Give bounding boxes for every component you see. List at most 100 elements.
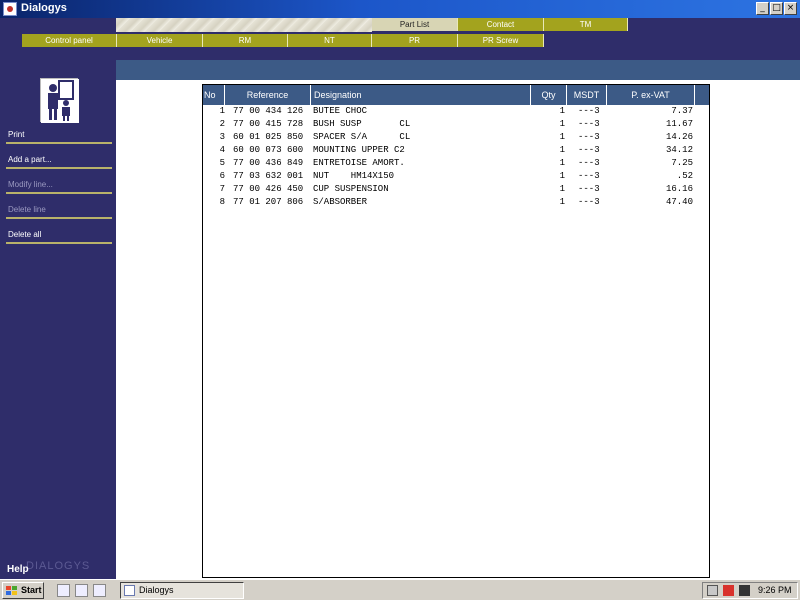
cell-price: 14.26 xyxy=(665,132,693,142)
windows-flag-icon xyxy=(6,586,18,596)
menu-delete-line[interactable]: Delete line xyxy=(6,195,112,219)
cell-price: 16.16 xyxy=(665,184,693,194)
cell-price: .52 xyxy=(676,171,693,181)
col-designation[interactable]: Designation xyxy=(311,85,531,105)
table-row[interactable]: 4 60 00 073 600 MOUNTING UPPER C2 1 ---3… xyxy=(203,144,709,157)
cell-price: 11.67 xyxy=(665,119,693,129)
app-window: Part List Contact TM Control panel Vehic… xyxy=(0,18,800,579)
cell-reference: 60 01 025 850 xyxy=(233,132,304,142)
table-row[interactable]: 5 77 00 436 849 ENTRETOISE AMORT. 1 ---3… xyxy=(203,157,709,170)
table-row[interactable]: 6 77 03 632 001 NUT HM14X150 1 ---3 .52 xyxy=(203,170,709,183)
col-msdt[interactable]: MSDT xyxy=(567,85,607,105)
cell-qty: 1 xyxy=(559,171,565,181)
volume-icon[interactable] xyxy=(707,585,718,596)
content-header-strip xyxy=(116,60,800,80)
taskbar: Start Dialogys 9:26 PM xyxy=(0,579,800,600)
family-icon xyxy=(40,78,79,123)
menu-delete-all[interactable]: Delete all xyxy=(6,220,112,244)
cell-msdt: ---3 xyxy=(578,171,600,181)
cell-designation: NUT HM14X150 xyxy=(313,171,395,181)
task-label: Dialogys xyxy=(139,585,174,595)
cell-reference: 77 00 436 849 xyxy=(233,158,304,168)
taskbar-dialogys-button[interactable]: Dialogys xyxy=(120,582,244,599)
cell-qty: 1 xyxy=(559,119,565,129)
sidebar: Print Add a part... Modify line... Delet… xyxy=(0,60,116,579)
cell-designation: BUSH SUSP CL xyxy=(313,119,411,129)
close-button[interactable]: × xyxy=(784,2,797,15)
cell-no: 5 xyxy=(219,158,225,168)
cell-no: 8 xyxy=(219,197,225,207)
app-icon xyxy=(3,2,17,16)
cell-reference: 77 00 415 728 xyxy=(233,119,304,129)
cell-no: 4 xyxy=(219,145,225,155)
menu-add-part[interactable]: Add a part... xyxy=(6,145,112,169)
cell-designation: S/ABSORBER xyxy=(313,197,368,207)
col-reference[interactable]: Reference xyxy=(225,85,311,105)
window-title: Dialogys xyxy=(21,2,67,14)
cell-msdt: ---3 xyxy=(578,132,600,142)
menu-print[interactable]: Print xyxy=(6,120,112,144)
decorative-banner xyxy=(116,18,372,32)
cell-price: 34.12 xyxy=(665,145,693,155)
cell-msdt: ---3 xyxy=(578,158,600,168)
col-no[interactable]: No xyxy=(203,85,225,105)
outlook-express-icon[interactable] xyxy=(75,584,88,597)
cell-designation: MOUNTING UPPER C2 xyxy=(313,145,405,155)
tab-pr-screw[interactable]: PR Screw xyxy=(458,34,544,47)
clock: 9:26 PM xyxy=(758,585,792,595)
cell-reference: 77 00 434 126 xyxy=(233,106,304,116)
tab-tm[interactable]: TM xyxy=(544,18,628,31)
tab-part-list[interactable]: Part List xyxy=(372,18,458,31)
table-row[interactable]: 8 77 01 207 806 S/ABSORBER 1 ---3 47.40 xyxy=(203,196,709,209)
col-qty[interactable]: Qty xyxy=(531,85,567,105)
antivirus-icon[interactable] xyxy=(723,585,734,596)
cell-price: 7.25 xyxy=(671,158,693,168)
tab-rm[interactable]: RM xyxy=(203,34,288,47)
help-link[interactable]: Help xyxy=(7,564,29,575)
title-bar: Dialogys _ □ × xyxy=(0,0,800,18)
part-list-table: No Reference Designation Qty MSDT P. ex-… xyxy=(202,84,710,578)
cell-price: 47.40 xyxy=(665,197,693,207)
cell-msdt: ---3 xyxy=(578,197,600,207)
internet-explorer-icon[interactable] xyxy=(57,584,70,597)
table-row[interactable]: 1 77 00 434 126 BUTEE CHOC 1 ---3 7.37 xyxy=(203,105,709,118)
cell-msdt: ---3 xyxy=(578,119,600,129)
cell-reference: 77 01 207 806 xyxy=(233,197,304,207)
cell-msdt: ---3 xyxy=(578,106,600,116)
minimize-button[interactable]: _ xyxy=(756,2,769,15)
tab-control-panel[interactable]: Control panel xyxy=(22,34,117,47)
tab-nt[interactable]: NT xyxy=(288,34,372,47)
cell-msdt: ---3 xyxy=(578,145,600,155)
table-row[interactable]: 2 77 00 415 728 BUSH SUSP CL 1 ---3 11.6… xyxy=(203,118,709,131)
cell-qty: 1 xyxy=(559,184,565,194)
cell-no: 6 xyxy=(219,171,225,181)
tab-vehicle[interactable]: Vehicle xyxy=(117,34,203,47)
top-navigation: Part List Contact TM Control panel Vehic… xyxy=(0,18,800,60)
table-row[interactable]: 7 77 00 426 450 CUP SUSPENSION 1 ---3 16… xyxy=(203,183,709,196)
cell-msdt: ---3 xyxy=(578,184,600,194)
cell-price: 7.37 xyxy=(671,106,693,116)
cell-designation: BUTEE CHOC xyxy=(313,106,368,116)
maximize-button[interactable]: □ xyxy=(770,2,783,15)
cell-reference: 60 00 073 600 xyxy=(233,145,304,155)
cell-reference: 77 00 426 450 xyxy=(233,184,304,194)
show-desktop-icon[interactable] xyxy=(93,584,106,597)
system-tray: 9:26 PM xyxy=(702,582,798,599)
col-price[interactable]: P. ex-VAT xyxy=(607,85,695,105)
start-label: Start xyxy=(21,585,42,595)
cell-designation: SPACER S/A CL xyxy=(313,132,411,142)
cell-reference: 77 03 632 001 xyxy=(233,171,304,181)
cell-qty: 1 xyxy=(559,158,565,168)
cell-no: 3 xyxy=(219,132,225,142)
tab-contact[interactable]: Contact xyxy=(458,18,544,31)
cell-no: 1 xyxy=(219,106,225,116)
cell-designation: CUP SUSPENSION xyxy=(313,184,389,194)
tab-pr[interactable]: PR xyxy=(372,34,458,47)
start-button[interactable]: Start xyxy=(2,582,44,599)
cell-qty: 1 xyxy=(559,132,565,142)
cell-qty: 1 xyxy=(559,197,565,207)
network-icon[interactable] xyxy=(739,585,750,596)
menu-modify-line[interactable]: Modify line... xyxy=(6,170,112,194)
table-row[interactable]: 3 60 01 025 850 SPACER S/A CL 1 ---3 14.… xyxy=(203,131,709,144)
cell-qty: 1 xyxy=(559,145,565,155)
